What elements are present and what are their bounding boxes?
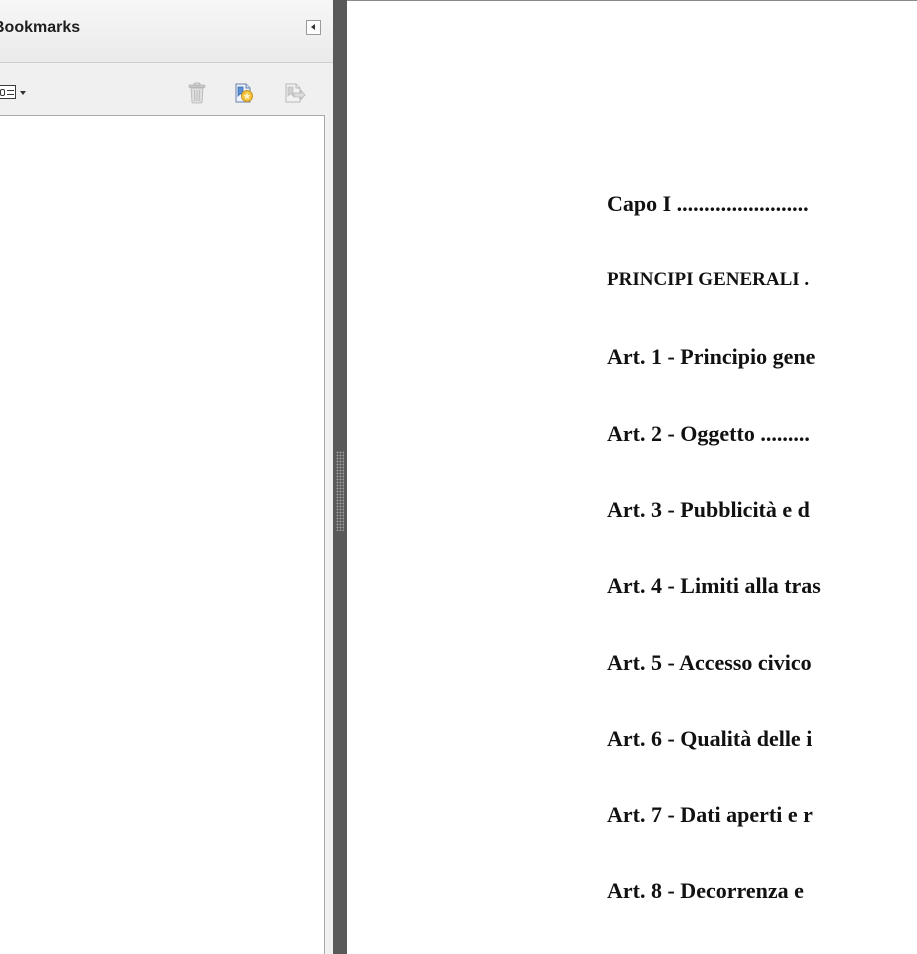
toc-entry[interactable]: PRINCIPI GENERALI . bbox=[607, 269, 809, 291]
toc-entry[interactable]: Art. 4 - Limiti alla tras bbox=[607, 573, 821, 599]
options-menu-button[interactable] bbox=[0, 84, 52, 102]
trash-icon bbox=[188, 82, 206, 104]
collapse-panel-button[interactable] bbox=[306, 20, 321, 35]
new-bookmark-icon bbox=[235, 83, 253, 103]
acrobat-window: Bookmarks Capo I .......................… bbox=[0, 0, 917, 954]
bookmarks-panel: Bookmarks bbox=[0, 0, 333, 954]
toc-entry[interactable]: Art. 5 - Accesso civico bbox=[607, 650, 812, 676]
toc-entry[interactable]: Art. 2 - Oggetto ......... bbox=[607, 421, 810, 447]
panel-splitter[interactable] bbox=[333, 0, 347, 954]
bookmarks-toolbar bbox=[0, 63, 333, 115]
options-menu-icon bbox=[0, 85, 16, 99]
toc-entry[interactable]: Capo I ........................ bbox=[607, 191, 809, 217]
toc-entry[interactable]: Art. 1 - Principio gene bbox=[607, 344, 815, 370]
toc-entry[interactable]: Art. 7 - Dati aperti e r bbox=[607, 802, 813, 828]
goto-bookmark-icon bbox=[285, 83, 306, 103]
bookmarks-tree[interactable] bbox=[0, 115, 325, 954]
bookmarks-panel-title: Bookmarks bbox=[0, 19, 81, 36]
toc-entry[interactable]: Art. 6 - Qualità delle i bbox=[607, 726, 812, 752]
splitter-grip[interactable] bbox=[336, 451, 344, 531]
document-view[interactable]: Capo I ........................ PRINCIPI… bbox=[347, 0, 917, 954]
expand-bookmark-button[interactable] bbox=[282, 81, 306, 105]
delete-bookmark-button[interactable] bbox=[186, 81, 208, 105]
bookmarks-panel-header: Bookmarks bbox=[0, 0, 333, 63]
new-bookmark-button[interactable] bbox=[232, 81, 254, 105]
toc-entry[interactable]: Art. 3 - Pubblicità e d bbox=[607, 497, 810, 523]
chevron-down-icon bbox=[20, 91, 26, 95]
toc-entry[interactable]: Art. 8 - Decorrenza e bbox=[607, 878, 804, 904]
